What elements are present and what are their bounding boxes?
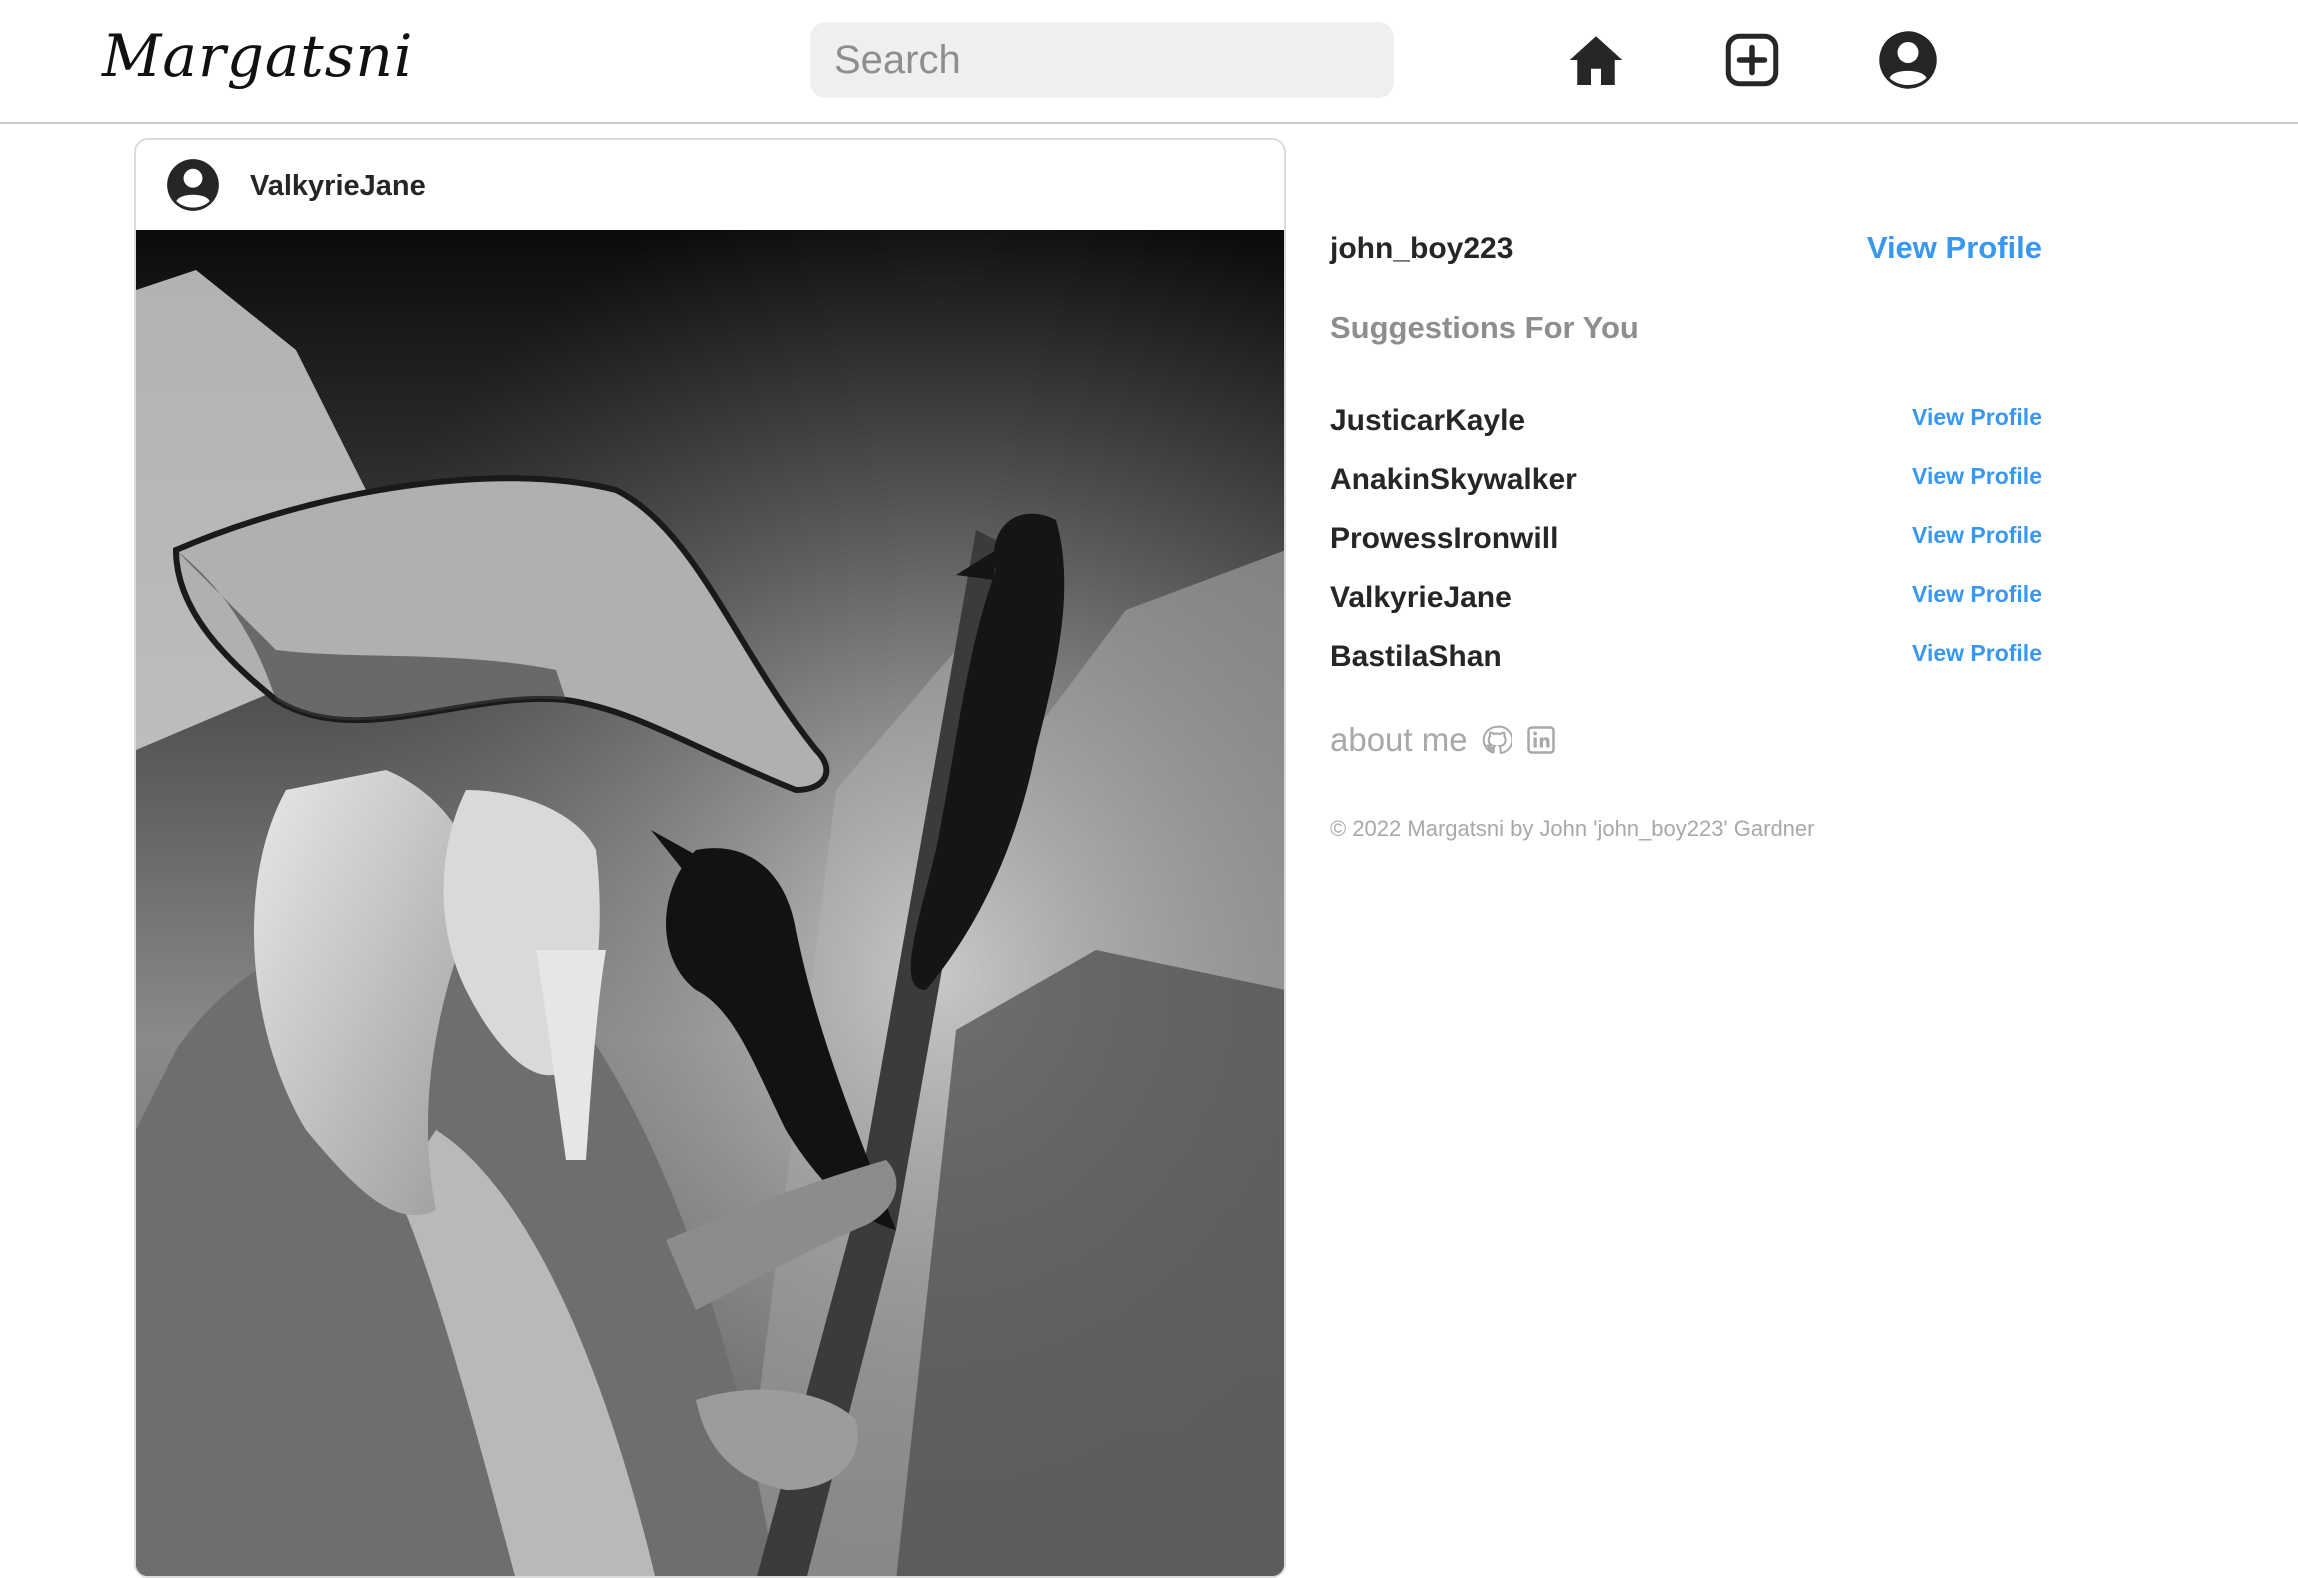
suggestion-username[interactable]: BastilaShan	[1330, 640, 1502, 674]
suggestion-view-profile-link[interactable]: View Profile	[1912, 404, 2042, 431]
suggestion-item: ValkyrieJane View Profile	[1330, 571, 2042, 630]
app-logo[interactable]: Margatsni	[102, 22, 413, 90]
current-user-name: john_boy223	[1330, 232, 1514, 265]
post-username[interactable]: ValkyrieJane	[250, 170, 426, 203]
copyright-text: © 2022 Margatsni by John 'john_boy223' G…	[1330, 816, 1815, 841]
suggestion-view-profile-link[interactable]: View Profile	[1912, 640, 2042, 667]
profile-icon[interactable]	[1878, 30, 1938, 90]
about-me-link[interactable]: about me	[1330, 721, 1468, 759]
github-icon[interactable]	[1482, 725, 1512, 755]
suggestion-item: BastilaShan View Profile	[1330, 630, 2042, 689]
search-input[interactable]	[810, 22, 1394, 98]
suggestions-title: Suggestions For You	[1330, 310, 1639, 345]
suggestion-item: AnakinSkywalker View Profile	[1330, 453, 2042, 512]
suggestion-view-profile-link[interactable]: View Profile	[1912, 522, 2042, 549]
top-navbar: Margatsni	[0, 0, 2298, 124]
suggestion-username[interactable]: ValkyrieJane	[1330, 581, 1512, 615]
about-me-row: about me	[1330, 718, 1556, 762]
current-user-row: john_boy223 View Profile	[1330, 224, 2042, 274]
post-card: ValkyrieJane	[134, 138, 1286, 1578]
suggestion-item: ProwessIronwill View Profile	[1330, 512, 2042, 571]
new-post-icon[interactable]	[1722, 30, 1782, 90]
suggestion-view-profile-link[interactable]: View Profile	[1912, 581, 2042, 608]
suggestions-list: JusticarKayle View Profile AnakinSkywalk…	[1330, 394, 2042, 689]
suggestion-username[interactable]: JusticarKayle	[1330, 404, 1525, 438]
suggestion-view-profile-link[interactable]: View Profile	[1912, 463, 2042, 490]
current-user-view-profile-link[interactable]: View Profile	[1867, 230, 2042, 266]
post-image[interactable]	[136, 230, 1284, 1576]
home-icon[interactable]	[1566, 30, 1626, 90]
suggestion-username[interactable]: AnakinSkywalker	[1330, 463, 1577, 497]
user-circle-icon[interactable]	[166, 158, 220, 212]
linkedin-icon[interactable]	[1526, 725, 1556, 755]
suggestion-item: JusticarKayle View Profile	[1330, 394, 2042, 453]
suggestion-username[interactable]: ProwessIronwill	[1330, 522, 1558, 556]
post-header: ValkyrieJane	[136, 140, 1284, 230]
